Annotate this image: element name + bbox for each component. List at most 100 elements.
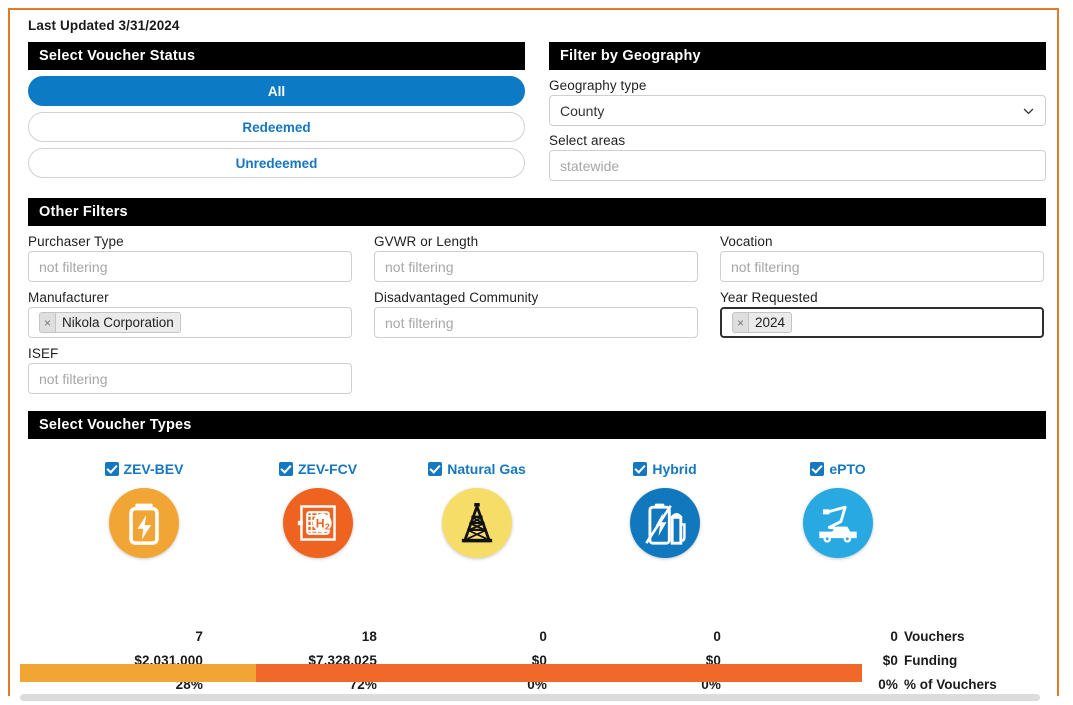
checkbox-checked-icon[interactable] [810,462,825,476]
filter-input[interactable]: not filtering [28,251,352,282]
filter-token[interactable]: × Nikola Corporation [39,312,181,333]
geography-type-value: County [560,102,605,119]
grid-spacer [698,290,720,338]
filter-label: ISEF [28,346,59,361]
filter-input[interactable]: not filtering [28,363,352,394]
geography-type-select[interactable]: County [549,95,1046,126]
grid-spacer [352,290,374,338]
hydrogen-fuelcell-icon[interactable]: H 2 [283,488,353,558]
checkbox-checked-icon[interactable] [104,462,119,476]
filter-label: Manufacturer [28,290,109,305]
voucher-type-toggle[interactable]: ePTO [810,461,866,477]
voucher-type-label: ZEV-FCV [297,461,358,477]
voucher-type-toggle[interactable]: ZEV-FCV [278,461,358,477]
filter-label: Year Requested [720,290,818,305]
close-icon[interactable]: × [40,313,56,332]
bucket-truck-icon[interactable] [803,488,873,558]
table-row-label: % of Vouchers [904,677,997,692]
select-areas-placeholder: statewide [560,157,620,174]
table-row-label: Funding [904,653,958,668]
voucher-status-redeemed-button[interactable]: Redeemed [28,112,525,142]
svg-text:H: H [316,516,325,530]
voucher-types-panel: Select Voucher Types ZEV-BEV ZEV-FCV H 2… [28,411,1046,629]
voucher-type-label: ePTO [829,461,866,477]
table-row-label: Vouchers [904,629,965,644]
dashboard-frame: Last Updated 3/31/2024 Select Voucher St… [8,8,1059,696]
close-icon[interactable]: × [733,313,749,332]
filter-field: Purchaser Type not filtering [28,234,352,282]
battery-bolt-icon[interactable] [109,488,179,558]
table-cell: 0 [539,629,547,644]
table-cell: 18 [361,629,377,644]
percent-of-vouchers-bar [20,664,862,682]
filter-field: Vocation not filtering [720,234,1044,282]
other-filters-panel: Other Filters Purchaser Type not filterin… [28,198,1046,394]
table-cell: 7 [195,629,203,644]
bar-segment-zev-fcv [255,664,862,682]
filter-field: Manufacturer × Nikola Corporation [28,290,352,338]
filter-label: Purchaser Type [28,234,124,249]
other-filters-title: Other Filters [28,198,1046,226]
filter-label: Disadvantaged Community [374,290,539,305]
voucher-status-panel: Select Voucher Status All Redeemed Unredee… [28,42,525,181]
grid-spacer [698,346,720,394]
voucher-status-all-button[interactable]: All [28,76,525,106]
filter-token-label: Nikola Corporation [56,313,180,332]
filter-field: Disadvantaged Community not filtering [374,290,698,338]
voucher-status-title: Select Voucher Status [28,42,525,70]
voucher-type-toggle[interactable]: ZEV-BEV [104,461,183,477]
checkbox-checked-icon[interactable] [428,462,443,476]
table-row: 7 18 0 0 0 Vouchers [28,629,1046,653]
filter-token[interactable]: × 2024 [732,312,793,333]
voucher-type-label: Natural Gas [447,461,526,477]
filter-input[interactable]: not filtering [374,251,698,282]
voucher-type-zev-fcv[interactable]: ZEV-FCV H 2 [248,461,388,558]
filter-placeholder: not filtering [731,258,800,275]
gas-derrick-icon[interactable] [442,488,512,558]
table-cell: 0 [890,629,898,644]
filter-input[interactable]: × Nikola Corporation [28,307,352,338]
bar-segment-zev-bev [20,664,256,682]
last-updated-label: Last Updated 3/31/2024 [28,18,180,33]
filter-field: ISEF not filtering [28,346,352,394]
voucher-type-zev-bev[interactable]: ZEV-BEV [74,461,214,558]
svg-text:2: 2 [325,521,330,531]
checkbox-checked-icon[interactable] [633,462,648,476]
voucher-status-unredeemed-button[interactable]: Unredeemed [28,148,525,178]
horizontal-scrollbar[interactable] [20,694,1040,701]
filter-placeholder: not filtering [385,314,454,331]
grid-spacer [720,346,1044,394]
voucher-status-option-label: Redeemed [242,119,311,135]
filter-label: Vocation [720,234,773,249]
voucher-types-title: Select Voucher Types [28,411,1046,439]
checkbox-checked-icon[interactable] [278,462,293,476]
grid-spacer [352,234,374,282]
select-areas-input[interactable]: statewide [549,150,1046,181]
filter-input[interactable]: not filtering [720,251,1044,282]
filter-placeholder: not filtering [39,258,108,275]
voucher-type-natural-gas[interactable]: Natural Gas [407,461,547,558]
voucher-type-icons: ZEV-BEV ZEV-FCV H 2 Natural Gas Hybrid e… [28,439,1046,629]
filter-field: GVWR or Length not filtering [374,234,698,282]
table-cell: 0 [713,629,721,644]
filter-field: Year Requested × 2024 [720,290,1044,338]
voucher-status-options: All Redeemed Unredeemed [28,76,525,178]
grid-spacer [698,234,720,282]
voucher-status-option-label: All [267,83,286,99]
geography-panel: Filter by Geography Geography type Count… [549,42,1046,181]
voucher-type-epto[interactable]: ePTO [768,461,908,558]
other-filters-grid: Purchaser Type not filtering GVWR or Lengt… [28,234,1046,394]
filter-placeholder: not filtering [39,370,108,387]
battery-fuelpump-icon[interactable] [630,488,700,558]
voucher-type-toggle[interactable]: Hybrid [633,461,697,477]
select-areas-label: Select areas [549,133,626,148]
filter-input[interactable]: not filtering [374,307,698,338]
voucher-type-hybrid[interactable]: Hybrid [595,461,735,558]
voucher-type-toggle[interactable]: Natural Gas [428,461,526,477]
table-cell: 0% [878,677,898,692]
chevron-down-icon [1022,104,1035,117]
filter-placeholder: not filtering [385,258,454,275]
filter-input[interactable]: × 2024 [720,307,1044,338]
voucher-type-label: Hybrid [652,461,697,477]
grid-spacer [374,346,698,394]
